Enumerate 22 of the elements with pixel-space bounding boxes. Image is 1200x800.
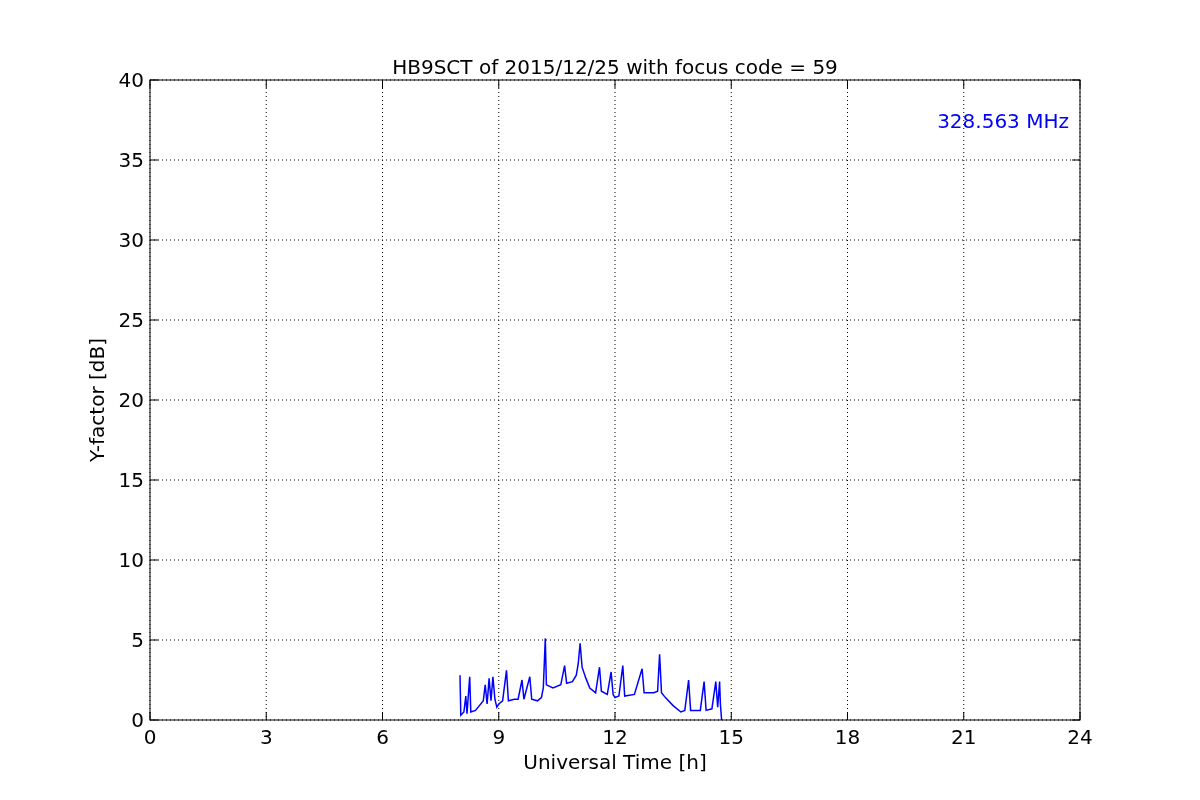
x-tick-label: 24 [1067,725,1093,749]
y-tick-label: 30 [118,228,144,252]
y-tick-label: 5 [131,628,144,652]
x-tick-label: 6 [376,725,389,749]
y-tick-label: 10 [118,548,144,572]
y-tick-label: 0 [131,708,144,732]
y-tick-label: 20 [118,388,144,412]
frequency-annotation: 328.563 MHz [937,109,1069,133]
y-axis-label: Y-factor [dB] [85,338,109,462]
x-axis-label: Universal Time [h] [523,750,707,774]
y-tick-label: 25 [118,308,144,332]
y-tick-label: 35 [118,148,144,172]
x-tick-label: 0 [143,725,157,749]
x-tick-label: 21 [951,725,977,749]
x-tick-label: 12 [602,725,628,749]
y-tick-label: 40 [118,68,144,92]
x-tick-label: 3 [259,725,273,749]
x-tick-label: 9 [492,725,506,749]
x-tick-label: 15 [718,725,744,749]
x-tick-label: 18 [834,725,861,749]
y-tick-label: 15 [118,468,144,492]
chart-title: HB9SCT of 2015/12/25 with focus code = 59 [392,55,838,79]
